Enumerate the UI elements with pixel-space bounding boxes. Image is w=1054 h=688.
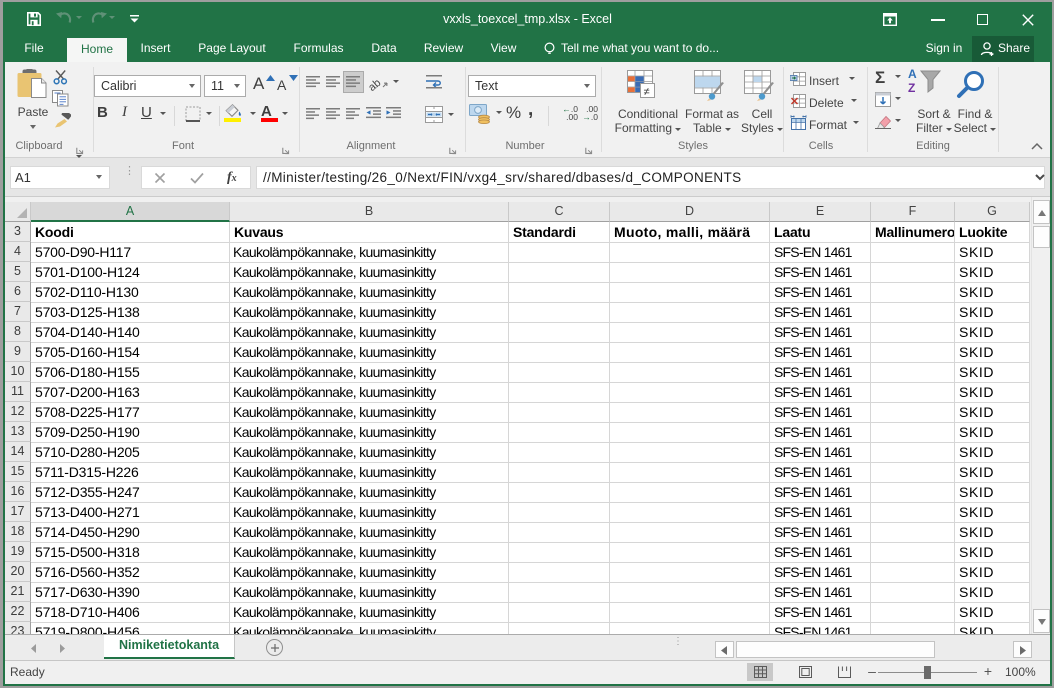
svg-text:≠: ≠ xyxy=(644,86,650,98)
svg-text:ab: ab xyxy=(369,77,383,92)
